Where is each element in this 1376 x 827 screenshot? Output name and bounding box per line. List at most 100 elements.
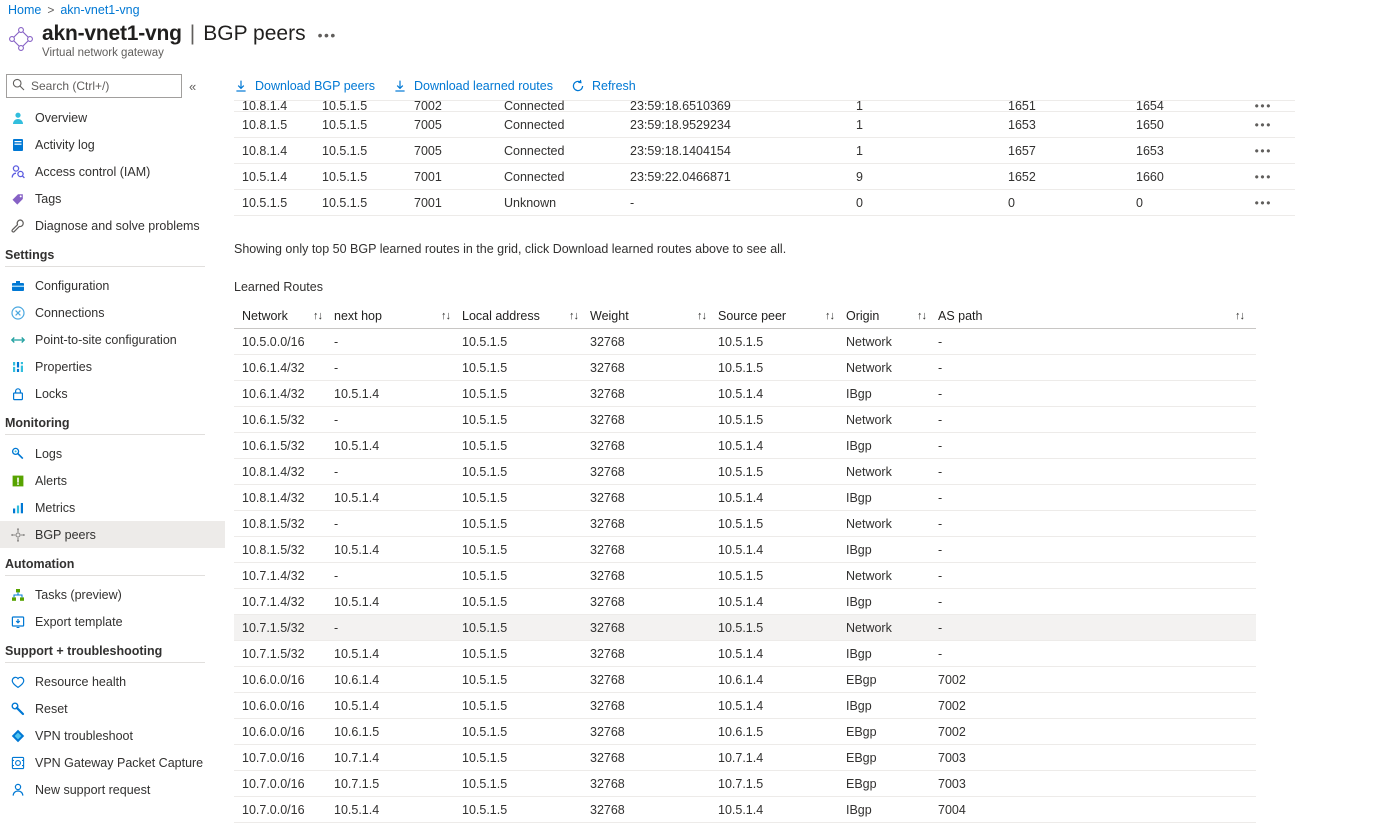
table-row[interactable]: 10.5.0.0/16-10.5.1.53276810.5.1.5Network…	[234, 329, 1256, 355]
sidebar-item-vpn-gateway-packet-capture[interactable]: VPN Gateway Packet Capture	[0, 749, 225, 776]
table-row[interactable]: 10.8.1.410.5.1.57005Connected23:59:18.14…	[234, 138, 1295, 164]
row-context-menu-icon[interactable]: •••	[1246, 144, 1295, 158]
table-cell: 32768	[590, 803, 718, 817]
table-cell: -	[938, 439, 1256, 453]
table-cell: 32768	[590, 335, 718, 349]
sidebar-item-resource-health[interactable]: Resource health	[0, 668, 225, 695]
table-row[interactable]: 10.6.1.5/32-10.5.1.53276810.5.1.5Network…	[234, 407, 1256, 433]
download-learned-routes-button[interactable]: Download learned routes	[393, 72, 553, 100]
collapse-sidebar-button[interactable]: «	[189, 80, 196, 93]
alerts-icon	[10, 473, 26, 489]
sidebar-item-configuration[interactable]: Configuration	[0, 272, 225, 299]
table-row[interactable]: 10.8.1.5/32-10.5.1.53276810.5.1.5Network…	[234, 511, 1256, 537]
table-row[interactable]: 10.7.1.5/32-10.5.1.53276810.5.1.5Network…	[234, 615, 1256, 641]
table-cell: -	[334, 413, 462, 427]
sort-icon[interactable]: ↑↓	[1235, 310, 1256, 322]
search-icon	[12, 78, 25, 91]
table-row[interactable]: 10.7.1.4/32-10.5.1.53276810.5.1.5Network…	[234, 563, 1256, 589]
table-cell: 10.5.1.5	[718, 569, 846, 583]
breadcrumb-home[interactable]: Home	[8, 3, 41, 17]
table-row[interactable]: 10.6.0.0/1610.5.1.410.5.1.53276810.5.1.4…	[234, 693, 1256, 719]
sidebar-group-items: Logs AlertsMetricsBGP peers	[0, 440, 225, 548]
sidebar-item-new-support-request[interactable]: New support request	[0, 776, 225, 803]
sidebar-item-connections[interactable]: Connections	[0, 299, 225, 326]
table-cell: -	[938, 595, 1256, 609]
table-row[interactable]: 10.6.0.0/1610.6.1.510.5.1.53276810.6.1.5…	[234, 719, 1256, 745]
sidebar-item-locks[interactable]: Locks	[0, 380, 225, 407]
sidebar-item-alerts[interactable]: Alerts	[0, 467, 225, 494]
column-header-weight[interactable]: Weight↑↓	[590, 309, 718, 323]
sort-icon[interactable]: ↑↓	[825, 310, 846, 322]
command-button-label: Download learned routes	[414, 79, 553, 93]
table-cell: 10.5.1.5	[462, 595, 590, 609]
sidebar-item-label: Logs	[35, 447, 62, 461]
sort-icon[interactable]: ↑↓	[569, 310, 590, 322]
more-options-icon[interactable]: •••	[314, 27, 341, 43]
table-row[interactable]: 10.7.0.0/1610.7.1.410.5.1.53276810.7.1.4…	[234, 745, 1256, 771]
table-row[interactable]: 10.8.1.510.5.1.57005Connected23:59:18.95…	[234, 112, 1295, 138]
sidebar-item-activity-log[interactable]: Activity log	[0, 131, 225, 158]
sidebar-item-bgp-peers[interactable]: BGP peers	[0, 521, 225, 548]
table-row[interactable]: 10.5.1.410.5.1.57001Connected23:59:22.04…	[234, 164, 1295, 190]
table-cell: 10.5.1.5	[462, 621, 590, 635]
search-input[interactable]	[29, 75, 181, 97]
sidebar-item-point-to-site-configuration[interactable]: Point-to-site configuration	[0, 326, 225, 353]
row-context-menu-icon[interactable]: •••	[1246, 196, 1295, 210]
table-row[interactable]: 10.7.1.5/3210.5.1.410.5.1.53276810.5.1.4…	[234, 641, 1256, 667]
download-bgp-peers-button[interactable]: Download BGP peers	[234, 72, 375, 100]
sidebar-item-access-control-iam[interactable]: Access control (IAM)	[0, 158, 225, 185]
table-cell: 10.5.1.4	[234, 170, 322, 184]
column-header-next-hop[interactable]: next hop↑↓	[334, 309, 462, 323]
sidebar-item-overview[interactable]: Overview	[0, 104, 225, 131]
row-context-menu-icon[interactable]: •••	[1246, 118, 1295, 132]
table-row[interactable]: 10.6.1.4/32-10.5.1.53276810.5.1.5Network…	[234, 355, 1256, 381]
sidebar-item-reset[interactable]: Reset	[0, 695, 225, 722]
table-cell: 10.7.0.0/16	[234, 777, 334, 791]
table-row[interactable]: 10.7.1.4/3210.5.1.410.5.1.53276810.5.1.4…	[234, 589, 1256, 615]
sidebar-item-tags[interactable]: Tags	[0, 185, 225, 212]
table-cell: 1653	[1136, 144, 1246, 158]
column-header-as-path[interactable]: AS path↑↓	[938, 309, 1256, 323]
table-row[interactable]: 10.8.1.5/3210.5.1.410.5.1.53276810.5.1.4…	[234, 537, 1256, 563]
breadcrumb-resource[interactable]: akn-vnet1-vng	[60, 3, 139, 17]
table-cell: 10.5.1.4	[718, 387, 846, 401]
table-row[interactable]: 10.7.0.0/1610.7.1.510.5.1.53276810.7.1.5…	[234, 771, 1256, 797]
sort-icon[interactable]: ↑↓	[697, 310, 718, 322]
bgp-peers-table: 10.8.1.410.5.1.57002Connected23:59:18.65…	[234, 100, 1295, 216]
column-header-local-address[interactable]: Local address↑↓	[462, 309, 590, 323]
table-cell: 7001	[414, 170, 504, 184]
table-cell: 10.5.1.4	[718, 595, 846, 609]
search-box[interactable]	[6, 74, 182, 98]
table-row[interactable]: 10.8.1.410.5.1.57002Connected23:59:18.65…	[234, 100, 1295, 112]
table-cell: 10.8.1.4	[234, 144, 322, 158]
table-row[interactable]: 10.7.0.0/1610.5.1.410.5.1.53276810.5.1.4…	[234, 797, 1256, 823]
column-header-source-peer[interactable]: Source peer↑↓	[718, 309, 846, 323]
table-row[interactable]: 10.6.0.0/1610.6.1.410.5.1.53276810.6.1.4…	[234, 667, 1256, 693]
table-cell: 10.5.1.5	[462, 413, 590, 427]
table-cell: EBgp	[846, 673, 938, 687]
sort-icon[interactable]: ↑↓	[441, 310, 462, 322]
table-row[interactable]: 10.8.1.4/3210.5.1.410.5.1.53276810.5.1.4…	[234, 485, 1256, 511]
sidebar-item-vpn-troubleshoot[interactable]: VPN troubleshoot	[0, 722, 225, 749]
main-content: 10.8.1.410.5.1.57002Connected23:59:18.65…	[234, 100, 1376, 823]
table-row[interactable]: 10.8.1.4/32-10.5.1.53276810.5.1.5Network…	[234, 459, 1256, 485]
sort-icon[interactable]: ↑↓	[917, 310, 938, 322]
sidebar-item-logs[interactable]: Logs	[0, 440, 225, 467]
sidebar-item-metrics[interactable]: Metrics	[0, 494, 225, 521]
sort-icon[interactable]: ↑↓	[313, 310, 334, 322]
column-header-network[interactable]: Network↑↓	[234, 309, 334, 323]
row-context-menu-icon[interactable]: •••	[1246, 100, 1295, 112]
sidebar-item-diagnose-and-solve-problems[interactable]: Diagnose and solve problems	[0, 212, 225, 239]
table-row[interactable]: 10.6.1.4/3210.5.1.410.5.1.53276810.5.1.4…	[234, 381, 1256, 407]
refresh-button[interactable]: Refresh	[571, 72, 636, 100]
sidebar-item-properties[interactable]: Properties	[0, 353, 225, 380]
table-cell: -	[938, 413, 1256, 427]
row-context-menu-icon[interactable]: •••	[1246, 170, 1295, 184]
sidebar-search-row: «	[0, 74, 225, 98]
table-row[interactable]: 10.5.1.510.5.1.57001Unknown-000•••	[234, 190, 1295, 216]
table-cell: 10.5.1.4	[334, 803, 462, 817]
sidebar-item-tasks-preview[interactable]: Tasks (preview)	[0, 581, 225, 608]
sidebar-item-export-template[interactable]: Export template	[0, 608, 225, 635]
column-header-origin[interactable]: Origin↑↓	[846, 309, 938, 323]
table-row[interactable]: 10.6.1.5/3210.5.1.410.5.1.53276810.5.1.4…	[234, 433, 1256, 459]
